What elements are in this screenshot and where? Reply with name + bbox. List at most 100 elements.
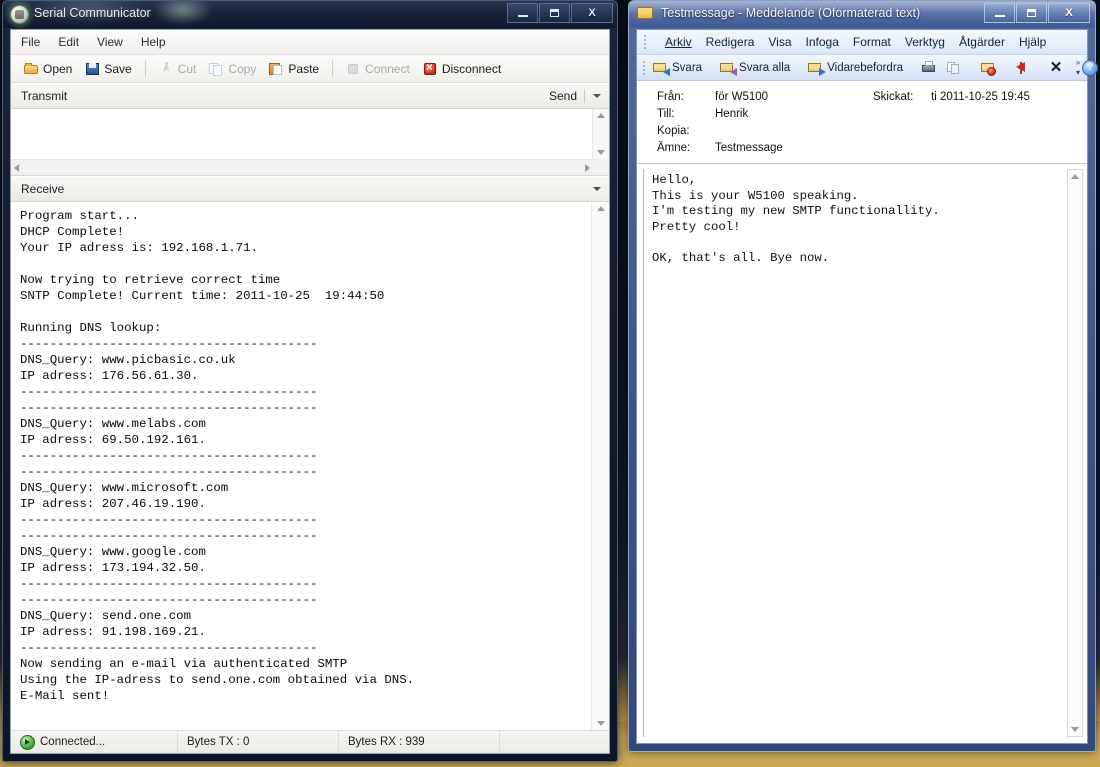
menu-item-visa[interactable]: Visa [768, 35, 791, 49]
transmit-label: Transmit [21, 89, 67, 103]
forward-label: Vidarebefordra [827, 62, 903, 74]
scroll-right-icon[interactable] [585, 164, 590, 172]
send-divider [584, 89, 585, 103]
mail-client-area: Arkiv Redigera Visa Infoga Format Verkty… [636, 29, 1088, 744]
scroll-down-icon[interactable] [597, 721, 605, 726]
transmit-input[interactable] [11, 109, 593, 159]
transmit-panel [11, 109, 609, 176]
delete-x-icon: ✕ [1048, 61, 1064, 75]
reply-button[interactable]: Svara [650, 60, 705, 76]
receive-dropdown-button[interactable] [589, 180, 605, 198]
from-value[interactable]: för W5100 [715, 89, 873, 106]
sent-label: Skickat: [873, 89, 931, 106]
minimize-icon [995, 15, 1005, 17]
subject-value[interactable]: Testmessage [715, 140, 1081, 157]
mail-body-scrollbar[interactable] [1067, 169, 1083, 737]
serial-window-title: Serial Communicator [34, 6, 151, 20]
close-icon: X [588, 7, 595, 19]
reply-all-button[interactable]: Svara alla [717, 60, 793, 76]
transmit-dropdown-button[interactable] [589, 87, 605, 105]
mail-title-bar[interactable]: Testmessage - Meddelande (Oformaterad te… [629, 1, 1095, 28]
reply-all-icon [720, 61, 736, 75]
menu-grip-handle[interactable] [643, 35, 649, 49]
transmit-vertical-scrollbar[interactable] [592, 109, 609, 159]
menu-item-help[interactable]: Help [141, 35, 166, 49]
mail-body-text[interactable]: Hello, This is your W5100 speaking. I'm … [643, 169, 1065, 737]
receive-output-text[interactable]: Program start... DHCP Complete! Your IP … [11, 202, 592, 730]
copy-button[interactable] [943, 60, 965, 76]
copy-label: Copy [228, 62, 256, 76]
header-row-from: Från: för W5100 Skickat: ti 2011-10-25 1… [637, 89, 1087, 106]
menu-item-view[interactable]: View [97, 35, 123, 49]
flag-icon [1014, 61, 1030, 75]
menu-item-verktyg[interactable]: Verktyg [905, 35, 945, 49]
menu-item-hjalp[interactable]: Hjälp [1019, 35, 1046, 49]
to-value[interactable]: Henrik [715, 106, 1081, 123]
scroll-up-icon[interactable] [597, 206, 605, 211]
close-icon: X [1065, 7, 1072, 19]
scroll-up-icon[interactable] [597, 113, 605, 118]
serial-menu-bar[interactable]: File Edit View Help [11, 30, 609, 55]
serial-toolbar[interactable]: Open Save Cut Copy Paste Connec [11, 55, 609, 83]
sent-value: ti 2011-10-25 19:45 [931, 89, 1081, 106]
paste-button[interactable]: Paste [265, 61, 323, 77]
scroll-down-icon[interactable] [597, 150, 605, 155]
header-row-to: Till: Henrik [637, 106, 1087, 123]
reply-all-label: Svara alla [739, 62, 790, 74]
minimize-button[interactable] [507, 3, 538, 23]
open-button[interactable]: Open [20, 61, 76, 77]
scroll-up-icon[interactable] [1071, 174, 1079, 179]
chevron-down-icon [593, 187, 601, 191]
connect-button: Connect [342, 61, 414, 77]
scrollbar-corner [593, 159, 609, 175]
mail-toolbar[interactable]: Svara Svara alla Vidarebefordra ✕ ? [637, 55, 1087, 81]
maximize-button[interactable] [1016, 3, 1047, 23]
save-button[interactable]: Save [81, 61, 135, 77]
maximize-button[interactable] [539, 3, 570, 23]
menu-item-infoga[interactable]: Infoga [806, 35, 839, 49]
receive-vertical-scrollbar[interactable] [591, 202, 609, 730]
menu-item-edit[interactable]: Edit [58, 35, 79, 49]
expand-icon: » [1076, 59, 1080, 66]
chevron-down-icon: ▾ [1076, 69, 1080, 76]
open-label: Open [43, 62, 72, 76]
toolbar-overflow-button[interactable]: » ▾ [1072, 57, 1084, 77]
close-button[interactable]: X [571, 3, 613, 23]
status-connection: Connected... [11, 731, 177, 753]
envelope-icon [637, 7, 653, 19]
toolbar-grip-handle[interactable] [642, 61, 645, 75]
copy-button: Copy [205, 61, 260, 77]
menu-item-redigera[interactable]: Redigera [706, 35, 755, 49]
minimize-button[interactable] [984, 3, 1015, 23]
forward-button[interactable]: Vidarebefordra [805, 60, 906, 76]
menu-item-arkiv[interactable]: Arkiv [665, 35, 692, 49]
clipboard-icon [269, 62, 284, 76]
scroll-down-icon[interactable] [1071, 727, 1079, 732]
scroll-left-icon[interactable] [14, 164, 19, 172]
serial-title-bar[interactable]: Serial Communicator X [3, 1, 617, 28]
outlook-message-window[interactable]: Testmessage - Meddelande (Oformaterad te… [628, 0, 1096, 752]
mail-menu-bar[interactable]: Arkiv Redigera Visa Infoga Format Verkty… [637, 30, 1087, 55]
status-resize-grip[interactable] [500, 731, 609, 753]
subject-label: Ämne: [643, 140, 715, 157]
menu-item-file[interactable]: File [21, 35, 40, 49]
mail-window-title: Testmessage - Meddelande (Oformaterad te… [661, 6, 920, 20]
serial-communicator-window[interactable]: Serial Communicator X File Edit View Hel… [2, 0, 618, 762]
scissors-icon [159, 62, 174, 76]
mail-header-fields: Från: för W5100 Skickat: ti 2011-10-25 1… [637, 81, 1087, 164]
send-button[interactable]: Send [549, 89, 584, 103]
delete-button[interactable]: ✕ [1045, 60, 1067, 76]
menu-item-atgarder[interactable]: Åtgärder [959, 35, 1005, 49]
receive-panel: Program start... DHCP Complete! Your IP … [11, 202, 609, 730]
mail-window-controls[interactable]: X [983, 3, 1090, 23]
transmit-horizontal-scrollbar[interactable] [11, 159, 593, 175]
maximize-icon [1027, 9, 1036, 17]
close-button[interactable]: X [1048, 3, 1090, 23]
mark-unread-button[interactable] [977, 60, 999, 76]
status-bytes-tx: Bytes TX : 0 [178, 731, 338, 753]
print-button[interactable] [918, 60, 940, 76]
serial-window-controls[interactable]: X [506, 3, 613, 23]
flag-button[interactable] [1011, 60, 1033, 76]
menu-item-format[interactable]: Format [853, 35, 891, 49]
disconnect-button[interactable]: Disconnect [419, 61, 505, 77]
